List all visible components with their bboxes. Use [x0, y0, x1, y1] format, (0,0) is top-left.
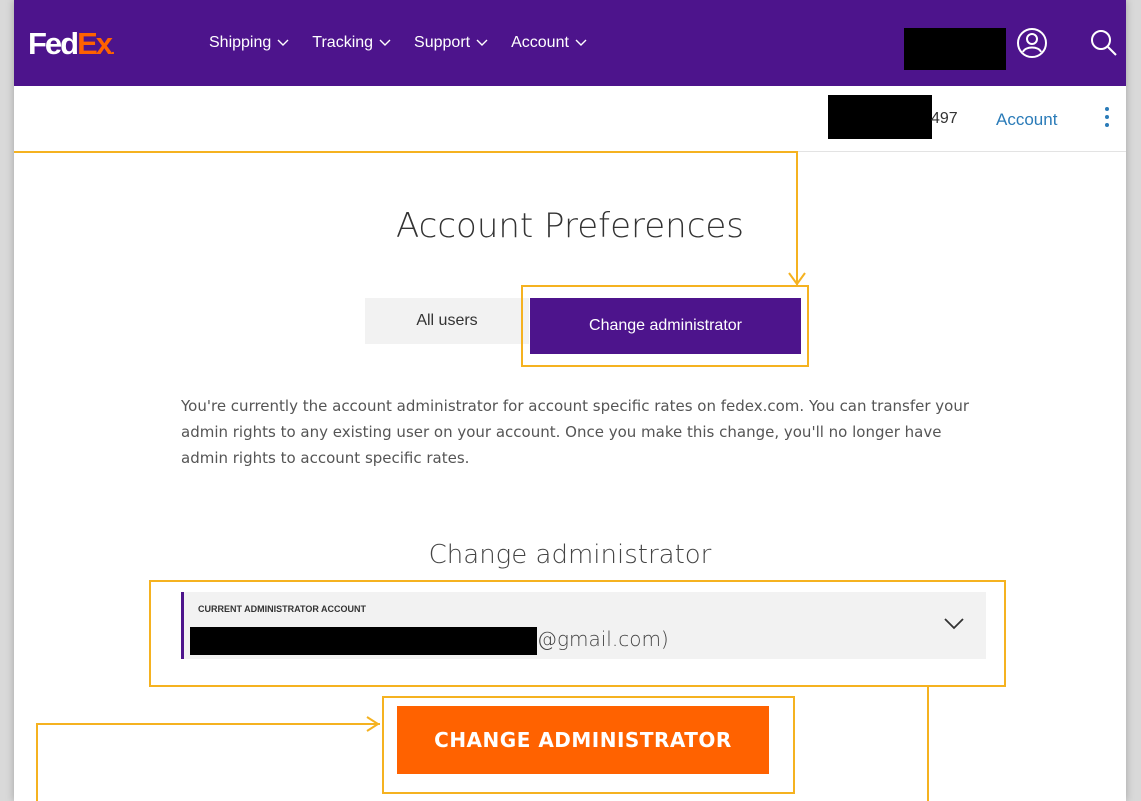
nav-support[interactable]: Support: [414, 34, 488, 52]
chevron-down-icon: [476, 39, 488, 46]
nav-tracking-label: Tracking: [312, 34, 374, 51]
logo-ex: Ex: [77, 26, 113, 61]
nav-links: Shipping Tracking Support Account: [209, 34, 610, 52]
nav-shipping-label: Shipping: [209, 34, 272, 51]
chevron-down-icon: [277, 39, 289, 46]
nav-tracking[interactable]: Tracking: [312, 34, 391, 52]
annotation-line: [14, 151, 798, 153]
arrow-icon: [366, 716, 380, 732]
fedex-page: FedEx. Shipping Tracking Support Account: [14, 0, 1126, 801]
annotation-line: [796, 151, 798, 285]
logo-dot: .: [111, 41, 115, 57]
annotation-box-tab: [521, 285, 809, 367]
annotation-box-dropdown: [149, 580, 1006, 687]
screenshot-frame: FedEx. Shipping Tracking Support Account: [0, 0, 1141, 801]
nav-account[interactable]: Account: [511, 34, 587, 52]
redacted-username: [904, 28, 1006, 70]
section-title: Change administrator: [428, 540, 712, 570]
chevron-down-icon: [575, 39, 587, 46]
user-icon[interactable]: [1016, 27, 1048, 59]
nav-shipping[interactable]: Shipping: [209, 34, 289, 52]
account-subbar: [14, 86, 1126, 152]
nav-support-label: Support: [414, 34, 471, 51]
arrow-icon: [788, 272, 806, 286]
annotation-line: [927, 686, 929, 801]
account-link[interactable]: Account: [996, 110, 1057, 130]
annotation-line: [36, 723, 38, 801]
search-icon[interactable]: [1090, 29, 1118, 57]
more-options-icon[interactable]: [1104, 107, 1110, 131]
annotation-line: [36, 723, 380, 725]
page-title: Account Preferences: [395, 206, 745, 246]
account-number-suffix: 497: [931, 110, 958, 127]
annotation-box-button: [382, 696, 795, 794]
redacted-account-number: [828, 95, 932, 139]
fedex-logo[interactable]: FedEx.: [28, 26, 115, 62]
admin-description: You're currently the account administrat…: [181, 397, 970, 467]
chevron-down-icon: [379, 39, 391, 46]
top-nav: FedEx. Shipping Tracking Support Account: [14, 0, 1126, 86]
logo-fed: Fed: [28, 26, 79, 61]
nav-account-label: Account: [511, 34, 569, 51]
tab-all-users[interactable]: All users: [365, 298, 529, 344]
